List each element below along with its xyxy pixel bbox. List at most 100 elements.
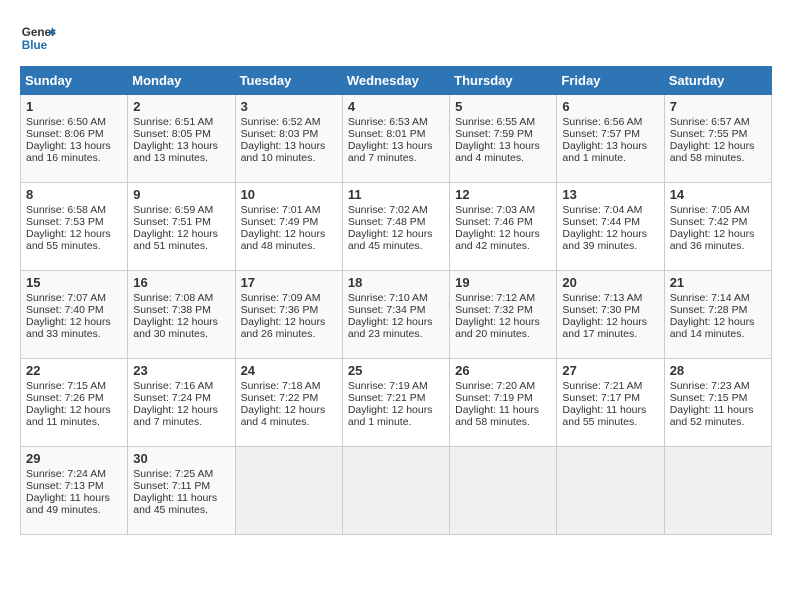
column-header-monday: Monday bbox=[128, 67, 235, 95]
sunset-text: Sunset: 7:34 PM bbox=[348, 304, 426, 316]
calendar-cell: 6 Sunrise: 6:56 AM Sunset: 7:57 PM Dayli… bbox=[557, 95, 664, 183]
sunrise-text: Sunrise: 7:02 AM bbox=[348, 204, 428, 216]
daylight-minutes: and 39 minutes. bbox=[562, 240, 637, 252]
calendar-cell: 12 Sunrise: 7:03 AM Sunset: 7:46 PM Dayl… bbox=[450, 183, 557, 271]
sunrise-text: Sunrise: 7:18 AM bbox=[241, 380, 321, 392]
daylight-minutes: and 11 minutes. bbox=[26, 416, 100, 428]
daylight-minutes: and 30 minutes. bbox=[133, 328, 208, 340]
calendar-week-2: 8 Sunrise: 6:58 AM Sunset: 7:53 PM Dayli… bbox=[21, 183, 772, 271]
daylight-minutes: and 1 minute. bbox=[348, 416, 412, 428]
daylight-hours: Daylight: 13 hours bbox=[133, 140, 218, 152]
daylight-hours: Daylight: 12 hours bbox=[133, 404, 218, 416]
sunset-text: Sunset: 7:26 PM bbox=[26, 392, 104, 404]
calendar-cell: 9 Sunrise: 6:59 AM Sunset: 7:51 PM Dayli… bbox=[128, 183, 235, 271]
daylight-minutes: and 55 minutes. bbox=[562, 416, 637, 428]
daylight-minutes: and 23 minutes. bbox=[348, 328, 423, 340]
day-number: 13 bbox=[562, 187, 658, 202]
calendar-cell: 11 Sunrise: 7:02 AM Sunset: 7:48 PM Dayl… bbox=[342, 183, 449, 271]
day-number: 29 bbox=[26, 451, 122, 466]
day-number: 17 bbox=[241, 275, 337, 290]
daylight-hours: Daylight: 12 hours bbox=[241, 228, 326, 240]
daylight-hours: Daylight: 12 hours bbox=[562, 316, 647, 328]
daylight-minutes: and 16 minutes. bbox=[26, 152, 101, 164]
daylight-hours: Daylight: 11 hours bbox=[670, 404, 754, 416]
sunset-text: Sunset: 7:30 PM bbox=[562, 304, 640, 316]
sunrise-text: Sunrise: 7:13 AM bbox=[562, 292, 642, 304]
sunrise-text: Sunrise: 6:59 AM bbox=[133, 204, 213, 216]
day-number: 4 bbox=[348, 99, 444, 114]
calendar-cell: 24 Sunrise: 7:18 AM Sunset: 7:22 PM Dayl… bbox=[235, 359, 342, 447]
sunrise-text: Sunrise: 6:50 AM bbox=[26, 116, 106, 128]
day-number: 22 bbox=[26, 363, 122, 378]
calendar-cell: 3 Sunrise: 6:52 AM Sunset: 8:03 PM Dayli… bbox=[235, 95, 342, 183]
calendar-cell: 21 Sunrise: 7:14 AM Sunset: 7:28 PM Dayl… bbox=[664, 271, 771, 359]
day-number: 7 bbox=[670, 99, 766, 114]
sunset-text: Sunset: 7:49 PM bbox=[241, 216, 319, 228]
column-header-thursday: Thursday bbox=[450, 67, 557, 95]
daylight-hours: Daylight: 13 hours bbox=[455, 140, 540, 152]
sunset-text: Sunset: 7:38 PM bbox=[133, 304, 211, 316]
sunset-text: Sunset: 7:17 PM bbox=[562, 392, 640, 404]
day-number: 12 bbox=[455, 187, 551, 202]
calendar-cell bbox=[342, 447, 449, 535]
daylight-minutes: and 20 minutes. bbox=[455, 328, 530, 340]
sunrise-text: Sunrise: 7:03 AM bbox=[455, 204, 535, 216]
sunrise-text: Sunrise: 7:10 AM bbox=[348, 292, 428, 304]
sunset-text: Sunset: 8:05 PM bbox=[133, 128, 211, 140]
sunset-text: Sunset: 7:46 PM bbox=[455, 216, 533, 228]
calendar-week-1: 1 Sunrise: 6:50 AM Sunset: 8:06 PM Dayli… bbox=[21, 95, 772, 183]
daylight-hours: Daylight: 12 hours bbox=[26, 404, 111, 416]
daylight-hours: Daylight: 12 hours bbox=[455, 228, 540, 240]
sunset-text: Sunset: 8:01 PM bbox=[348, 128, 426, 140]
daylight-hours: Daylight: 11 hours bbox=[133, 492, 217, 504]
day-number: 6 bbox=[562, 99, 658, 114]
day-number: 14 bbox=[670, 187, 766, 202]
daylight-hours: Daylight: 12 hours bbox=[455, 316, 540, 328]
day-number: 3 bbox=[241, 99, 337, 114]
daylight-minutes: and 10 minutes. bbox=[241, 152, 316, 164]
day-number: 19 bbox=[455, 275, 551, 290]
daylight-hours: Daylight: 12 hours bbox=[241, 316, 326, 328]
sunset-text: Sunset: 7:42 PM bbox=[670, 216, 748, 228]
sunrise-text: Sunrise: 7:24 AM bbox=[26, 468, 106, 480]
day-number: 2 bbox=[133, 99, 229, 114]
day-number: 8 bbox=[26, 187, 122, 202]
day-number: 18 bbox=[348, 275, 444, 290]
sunrise-text: Sunrise: 7:12 AM bbox=[455, 292, 535, 304]
sunset-text: Sunset: 7:22 PM bbox=[241, 392, 319, 404]
calendar-cell: 2 Sunrise: 6:51 AM Sunset: 8:05 PM Dayli… bbox=[128, 95, 235, 183]
daylight-hours: Daylight: 12 hours bbox=[26, 228, 111, 240]
calendar-cell: 29 Sunrise: 7:24 AM Sunset: 7:13 PM Dayl… bbox=[21, 447, 128, 535]
sunrise-text: Sunrise: 7:21 AM bbox=[562, 380, 642, 392]
sunset-text: Sunset: 7:51 PM bbox=[133, 216, 211, 228]
daylight-minutes: and 7 minutes. bbox=[348, 152, 417, 164]
calendar-table: SundayMondayTuesdayWednesdayThursdayFrid… bbox=[20, 66, 772, 535]
sunset-text: Sunset: 7:59 PM bbox=[455, 128, 533, 140]
daylight-hours: Daylight: 12 hours bbox=[26, 316, 111, 328]
column-header-friday: Friday bbox=[557, 67, 664, 95]
daylight-minutes: and 13 minutes. bbox=[133, 152, 208, 164]
day-number: 5 bbox=[455, 99, 551, 114]
calendar-cell bbox=[664, 447, 771, 535]
sunrise-text: Sunrise: 6:56 AM bbox=[562, 116, 642, 128]
daylight-minutes: and 14 minutes. bbox=[670, 328, 745, 340]
sunrise-text: Sunrise: 7:19 AM bbox=[348, 380, 428, 392]
calendar-cell bbox=[450, 447, 557, 535]
svg-text:Blue: Blue bbox=[22, 39, 48, 52]
daylight-hours: Daylight: 12 hours bbox=[133, 316, 218, 328]
sunrise-text: Sunrise: 7:05 AM bbox=[670, 204, 750, 216]
sunrise-text: Sunrise: 7:01 AM bbox=[241, 204, 321, 216]
calendar-cell bbox=[235, 447, 342, 535]
daylight-hours: Daylight: 12 hours bbox=[670, 140, 755, 152]
daylight-minutes: and 48 minutes. bbox=[241, 240, 316, 252]
daylight-hours: Daylight: 13 hours bbox=[26, 140, 111, 152]
calendar-cell: 25 Sunrise: 7:19 AM Sunset: 7:21 PM Dayl… bbox=[342, 359, 449, 447]
sunset-text: Sunset: 7:19 PM bbox=[455, 392, 533, 404]
sunrise-text: Sunrise: 7:25 AM bbox=[133, 468, 213, 480]
day-number: 30 bbox=[133, 451, 229, 466]
sunrise-text: Sunrise: 7:16 AM bbox=[133, 380, 213, 392]
sunset-text: Sunset: 7:48 PM bbox=[348, 216, 426, 228]
daylight-hours: Daylight: 12 hours bbox=[562, 228, 647, 240]
calendar-cell: 8 Sunrise: 6:58 AM Sunset: 7:53 PM Dayli… bbox=[21, 183, 128, 271]
daylight-minutes: and 33 minutes. bbox=[26, 328, 101, 340]
